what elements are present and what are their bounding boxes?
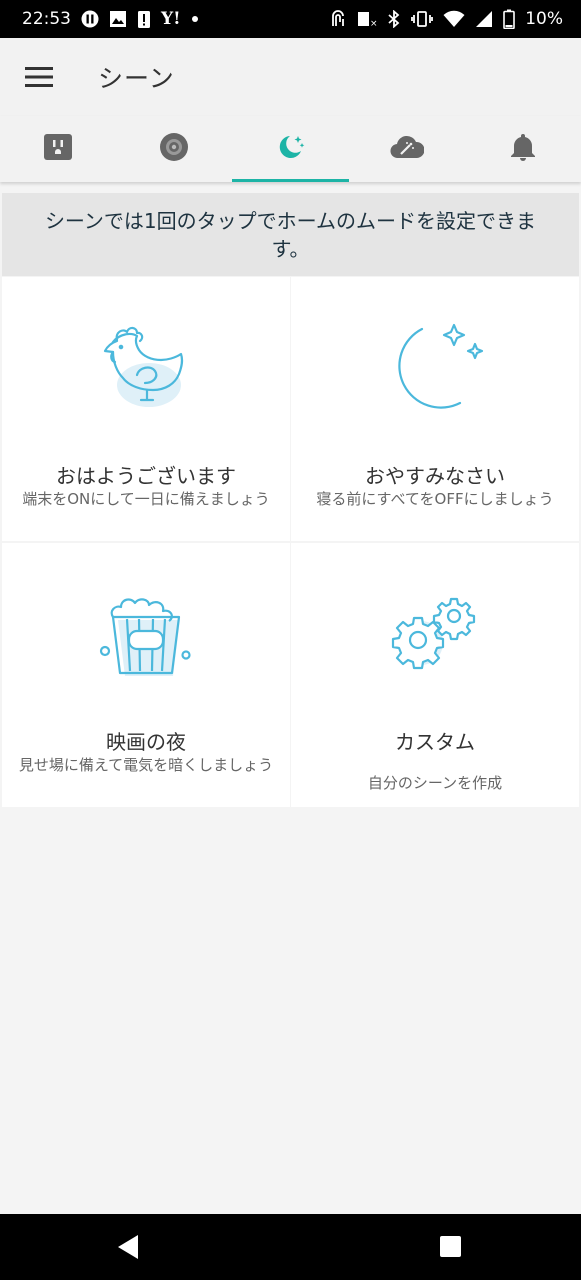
banner-text: シーンでは1回のタップでホームのムードを設定できます。 <box>44 208 537 261</box>
bell-icon <box>509 132 537 166</box>
vibrate-icon <box>411 10 434 28</box>
tab-plug[interactable] <box>0 116 116 182</box>
alert-icon <box>137 9 151 29</box>
scene-desc: 端末をONにして一日に備えましょう <box>22 490 270 508</box>
yahoo-icon: Y! <box>161 9 181 29</box>
popcorn-icon <box>2 591 290 681</box>
pause-icon <box>81 10 99 28</box>
image-icon <box>109 10 127 28</box>
moon-stars-icon <box>276 132 306 166</box>
no-sim-icon: × <box>357 10 377 28</box>
menu-icon[interactable] <box>0 38 78 116</box>
battery-icon <box>503 9 516 29</box>
scene-desc: 見せ場に備えて電気を暗くしましょう <box>18 756 274 774</box>
nav-bar <box>0 1214 581 1280</box>
scene-title: 映画の夜 <box>106 730 186 754</box>
back-icon[interactable] <box>116 1233 140 1261</box>
scene-card-custom[interactable]: カスタム 自分のシーンを作成 <box>291 543 579 807</box>
battery-percent: 10% <box>525 9 563 29</box>
wifi-icon <box>443 10 465 28</box>
cloud-wand-icon <box>390 134 425 164</box>
signal-icon <box>475 10 493 28</box>
scene-card-movie-night[interactable]: 映画の夜 見せ場に備えて電気を暗くしましょう <box>2 543 290 807</box>
dot-icon <box>191 15 199 23</box>
camera-icon <box>159 132 189 166</box>
scene-desc: 自分のシーンを作成 <box>367 774 503 792</box>
scene-card-good-morning[interactable]: おはようございます 端末をONにして一日に備えましょう <box>2 277 290 541</box>
home-icon[interactable] <box>440 1236 461 1257</box>
status-bar: 22:53 Y! × 10% <box>0 0 581 38</box>
smart-plug-icon <box>43 133 73 165</box>
app-bar: シーン <box>0 38 581 116</box>
tab-scenes[interactable] <box>232 116 349 182</box>
moon-icon <box>291 315 579 415</box>
scene-title: おやすみなさい <box>365 464 505 488</box>
rooster-icon <box>2 315 290 415</box>
scene-card-good-night[interactable]: おやすみなさい 寝る前にすべてをOFFにしましょう <box>291 277 579 541</box>
scene-title: カスタム <box>395 730 475 754</box>
scene-title: おはようございます <box>56 464 236 488</box>
scene-desc: 寝る前にすべてをOFFにしましょう <box>316 490 554 508</box>
tab-automation[interactable] <box>349 116 465 182</box>
info-banner: シーンでは1回のタップでホームのムードを設定できます。 <box>2 193 579 276</box>
status-time: 22:53 <box>22 9 71 29</box>
bluetooth-icon <box>387 10 401 28</box>
page-title: シーン <box>98 64 175 93</box>
tab-camera[interactable] <box>116 116 232 182</box>
svg-text:×: × <box>370 19 377 28</box>
nfc-icon <box>329 10 347 28</box>
tab-notifications[interactable] <box>465 116 581 182</box>
gears-icon <box>291 588 579 678</box>
tab-bar <box>0 116 581 182</box>
